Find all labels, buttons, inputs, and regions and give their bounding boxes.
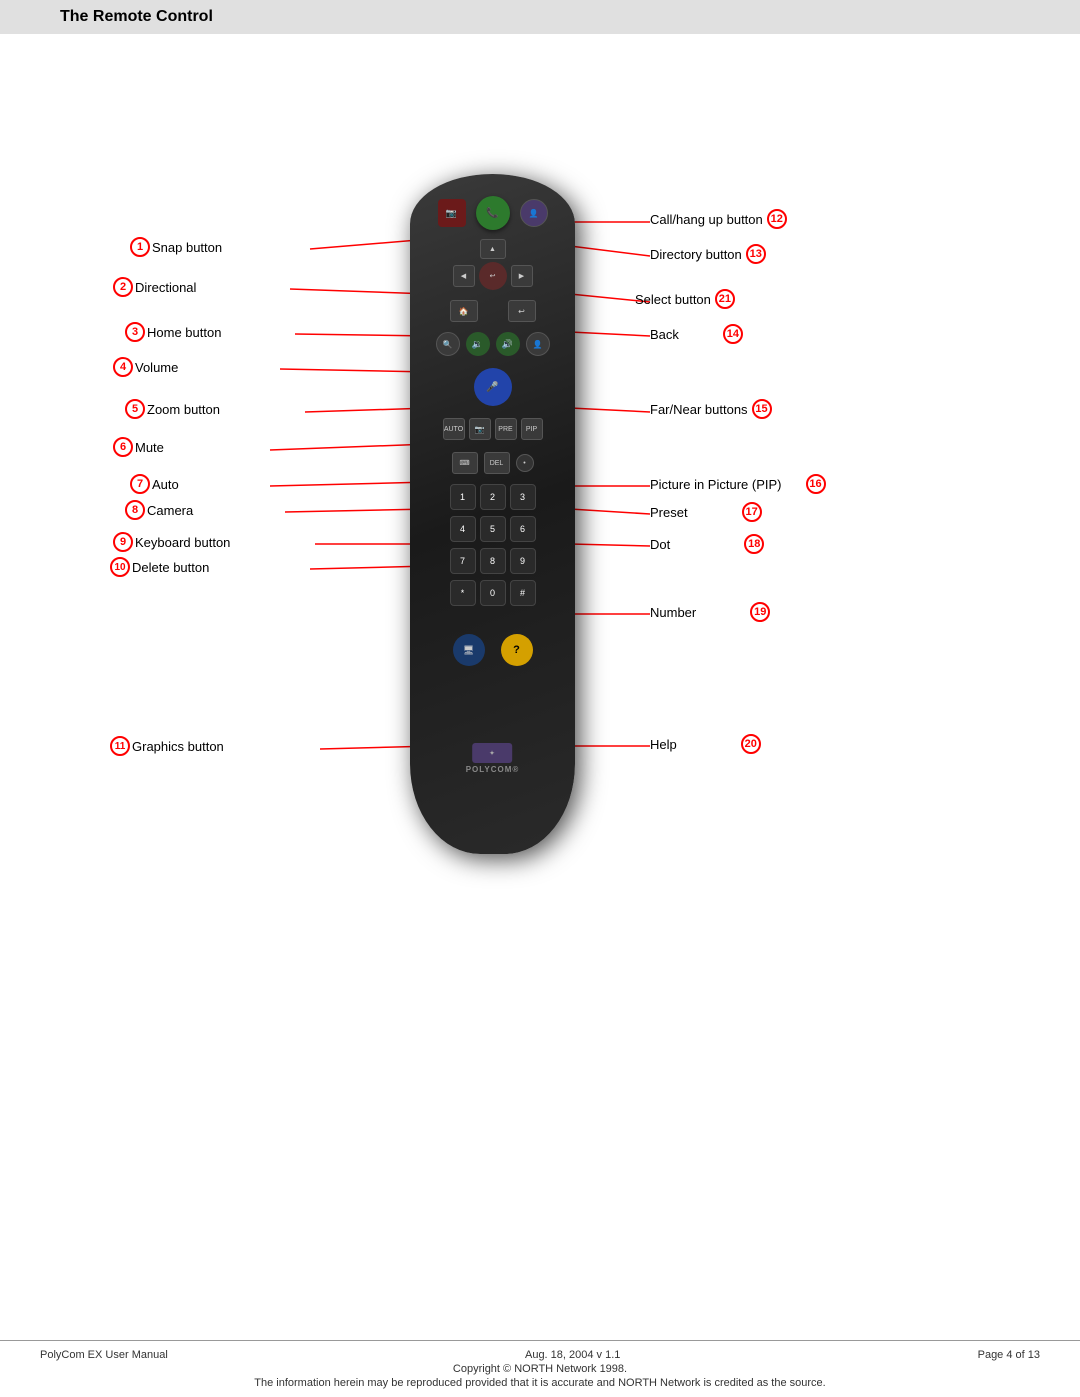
directory-button[interactable]: 👤 (520, 199, 548, 227)
page-footer: PolyCom EX User Manual Aug. 18, 2004 v 1… (0, 1340, 1080, 1397)
label-graphics-button: 11 Graphics button (110, 736, 224, 756)
label-volume: 4 Volume (113, 357, 178, 377)
num-6-button[interactable]: 6 (510, 516, 536, 542)
right-arrow-button[interactable]: ▶ (511, 265, 533, 287)
label-back: Back 14 (650, 324, 743, 344)
footer-notice: The information herein may be reproduced… (254, 1377, 825, 1389)
auto-button[interactable]: AUTO (443, 418, 465, 440)
label-directory-button: Directory button 13 (650, 244, 766, 264)
label-zoom-button: 5 Zoom button (125, 399, 220, 419)
label-select-button: Select button 21 (635, 289, 735, 309)
preset-button[interactable]: PRE (495, 418, 517, 440)
far-near-button[interactable]: 👤 (526, 332, 550, 356)
help-button[interactable]: ? (501, 634, 533, 666)
label-help: Help 20 (650, 734, 761, 754)
label-auto: 7 Auto (130, 474, 179, 494)
footer-left: PolyCom EX User Manual (40, 1349, 168, 1361)
graphics-button[interactable]: 🖥 (453, 634, 485, 666)
page-title: The Remote Control (60, 8, 1020, 26)
num-5-button[interactable]: 5 (480, 516, 506, 542)
select-button[interactable]: ↩ (479, 262, 507, 290)
keyboard-button[interactable]: ⌨ (452, 452, 478, 474)
left-arrow-button[interactable]: ◀ (453, 265, 475, 287)
label-mute: 6 Mute (113, 437, 164, 457)
footer-center: Aug. 18, 2004 v 1.1 (525, 1349, 620, 1361)
label-call-hangup: Call/hang up button 12 (650, 209, 787, 229)
pip-button[interactable]: PIP (521, 418, 543, 440)
label-preset: Preset 17 (650, 502, 762, 522)
volume-down-button[interactable]: 🔉 (466, 332, 490, 356)
label-keyboard-button: 9 Keyboard button (113, 532, 230, 552)
volume-up-button[interactable]: 🔊 (496, 332, 520, 356)
mute-button[interactable]: 🎤 (474, 368, 512, 406)
dot-button[interactable]: • (516, 454, 534, 472)
num-0-button[interactable]: 0 (480, 580, 506, 606)
label-dot: Dot 18 (650, 534, 764, 554)
label-directional: 2 Directional (113, 277, 196, 297)
hash-button[interactable]: # (510, 580, 536, 606)
up-arrow-button[interactable]: ▲ (480, 239, 506, 259)
star-button[interactable]: * (450, 580, 476, 606)
zoom-button[interactable]: 🔍 (436, 332, 460, 356)
label-pip: Picture in Picture (PIP) 16 (650, 474, 826, 494)
delete-button[interactable]: DEL (484, 452, 510, 474)
remote-control: 📷 📞 👤 ▲ ◀ ↩ ▶ 🏠 ↩ 🔍 (410, 174, 575, 854)
home-button[interactable]: 🏠 (450, 300, 478, 322)
label-number: Number 19 (650, 602, 770, 622)
num-7-button[interactable]: 7 (450, 548, 476, 574)
footer-right: Page 4 of 13 (978, 1349, 1040, 1361)
num-2-button[interactable]: 2 (480, 484, 506, 510)
num-4-button[interactable]: 4 (450, 516, 476, 542)
camera-button[interactable]: 📷 (469, 418, 491, 440)
num-8-button[interactable]: 8 (480, 548, 506, 574)
num-9-button[interactable]: 9 (510, 548, 536, 574)
num-3-button[interactable]: 3 (510, 484, 536, 510)
label-home-button: 3 Home button (125, 322, 221, 342)
diagram-area: 📷 📞 👤 ▲ ◀ ↩ ▶ 🏠 ↩ 🔍 (0, 54, 1080, 1004)
call-hangup-button[interactable]: 📞 (476, 196, 510, 230)
back-button[interactable]: ↩ (508, 300, 536, 322)
label-delete-button: 10 Delete button (110, 557, 209, 577)
num-1-button[interactable]: 1 (450, 484, 476, 510)
footer-copyright: Copyright © NORTH Network 1998. (453, 1363, 627, 1375)
page-header: The Remote Control (0, 0, 1080, 34)
snap-button[interactable]: 📷 (438, 199, 466, 227)
label-camera: 8 Camera (125, 500, 193, 520)
label-far-near: Far/Near buttons 15 (650, 399, 772, 419)
label-snap-button: 1 Snap button (130, 237, 222, 257)
